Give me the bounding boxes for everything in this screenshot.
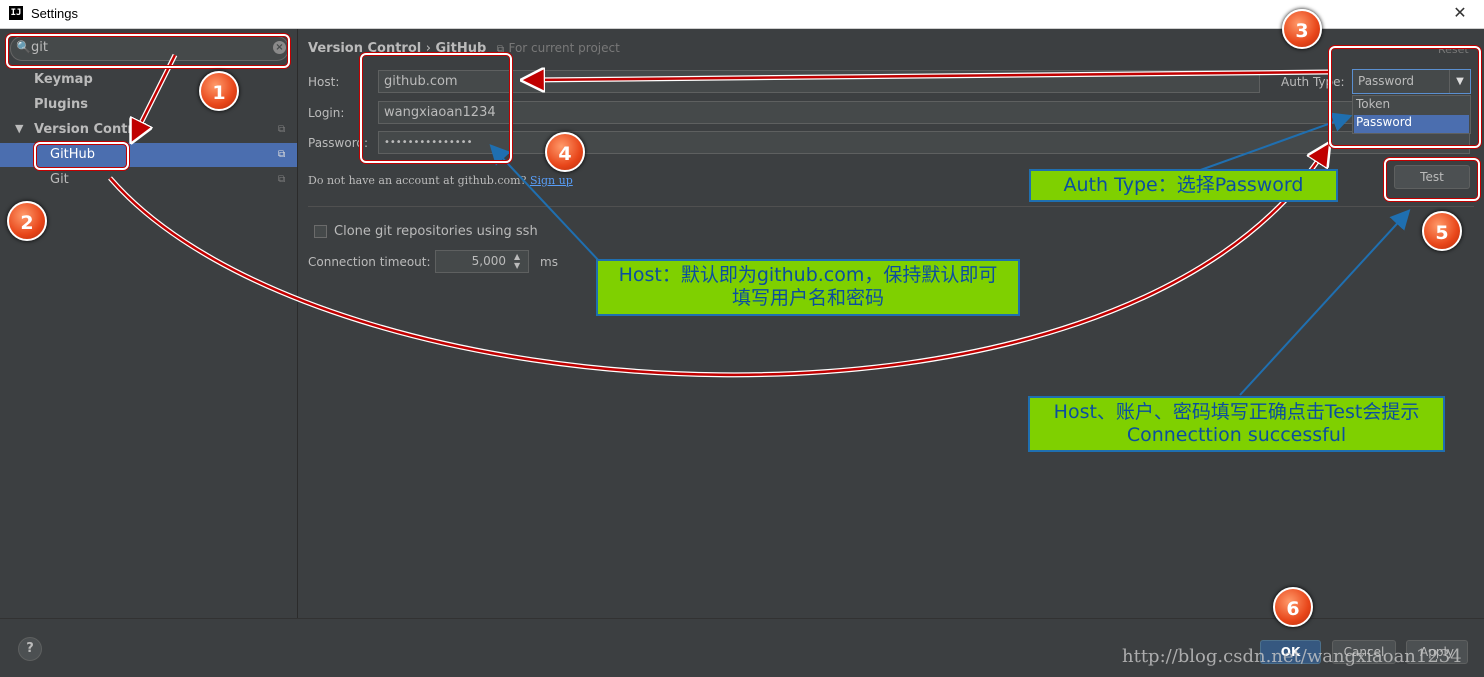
callout-test-line2: Connecttion successful xyxy=(1126,424,1347,446)
step-badge-4: 4 xyxy=(545,132,585,172)
highlight-credentials xyxy=(360,53,512,163)
step-badge-3: 3 xyxy=(1282,9,1322,49)
arrow-auth-callout xyxy=(1194,112,1353,173)
highlight-test xyxy=(1384,158,1480,201)
step-badge-5: 5 xyxy=(1422,211,1462,251)
callout-test-line1: Host、账户、密码填写正确点击Test会提示 xyxy=(1053,401,1420,423)
callout-host-line1: Host：默认即为github.com，保持默认即可 xyxy=(618,264,998,286)
highlight-auth-type xyxy=(1329,46,1481,148)
callout-test: Host、账户、密码填写正确点击Test会提示 Connecttion succ… xyxy=(1028,396,1445,452)
step-badge-1: 1 xyxy=(199,71,239,111)
arrow-test-callout xyxy=(1239,209,1411,396)
highlight-search xyxy=(6,34,290,68)
watermark: http://blog.csdn.net/wangxiaoan1234 xyxy=(1122,646,1462,667)
callout-host: Host：默认即为github.com，保持默认即可 填写用户名和密码 xyxy=(596,259,1020,316)
arrow-3 xyxy=(530,72,1331,80)
highlight-github xyxy=(34,142,129,170)
callout-host-line2: 填写用户名和密码 xyxy=(731,287,884,309)
step-badge-2: 2 xyxy=(7,201,47,241)
arrow-host-callout xyxy=(489,144,601,263)
step-badge-6: 6 xyxy=(1273,587,1313,627)
callout-auth-type: Auth Type：选择Password xyxy=(1029,169,1338,202)
